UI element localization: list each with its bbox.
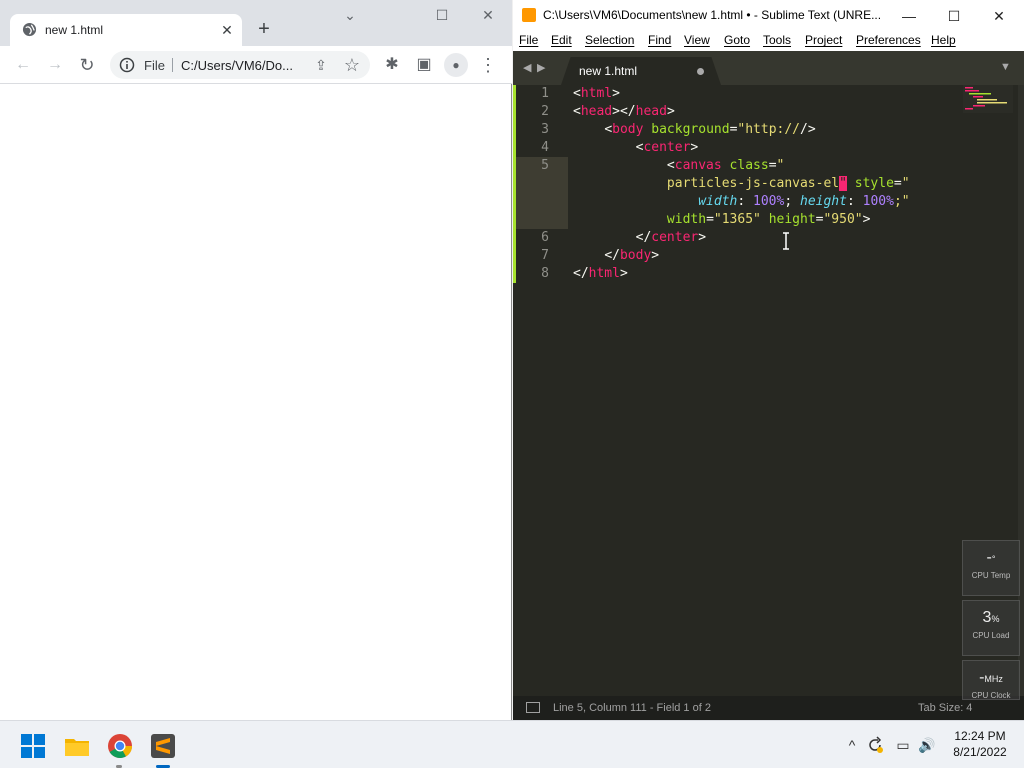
cpu-load-label: CPU Load <box>972 631 1010 640</box>
volume-icon[interactable]: 🔊 <box>918 736 936 754</box>
cpu-load-widget: 3% CPU Load <box>962 600 1020 656</box>
profile-avatar-icon[interactable]: ● <box>444 53 468 77</box>
chrome-minimize-button[interactable]: ⌄ <box>327 4 373 26</box>
sublime-close-button[interactable]: ✕ <box>979 5 1019 27</box>
tab-title: new 1.html <box>45 23 104 37</box>
chrome-maximize-button[interactable]: ☐ <box>419 4 465 26</box>
code-line[interactable]: 1 <html> <box>513 85 963 103</box>
code-line[interactable]: 7 </body> <box>513 247 963 265</box>
line-number: 3 <box>541 122 549 137</box>
menu-tools[interactable]: Tools <box>763 33 791 47</box>
chrome-menu-icon[interactable]: ⋮ <box>476 53 500 77</box>
forward-arrow-icon[interactable]: → <box>43 53 67 77</box>
sublime-titlebar: C:\Users\VM6\Documents\new 1.html • - Su… <box>513 0 1024 31</box>
code-area[interactable]: 1 <html> 2 <head></head> 3 <body backgroun… <box>513 85 963 283</box>
taskbar: ^ ▭ 🔊 12:24 PM 8/21/2022 <box>0 720 1024 768</box>
address-separator <box>172 58 173 72</box>
code-line[interactable]: width="1365" height="950"> <box>513 211 963 229</box>
menu-help[interactable]: Help <box>931 33 956 47</box>
file-explorer-icon[interactable] <box>64 733 90 759</box>
cpu-clock-widget: -MHz CPU Clock <box>962 660 1020 700</box>
code-editor[interactable]: 1 <html> 2 <head></head> 3 <body backgroun… <box>513 85 1024 696</box>
new-tab-button[interactable]: + <box>252 18 276 42</box>
sublime-minimize-button[interactable]: — <box>889 5 929 27</box>
code-line[interactable]: 2 <head></head> <box>513 103 963 121</box>
update-sync-icon[interactable] <box>866 736 884 754</box>
text-cursor-icon <box>783 232 789 250</box>
side-panel-icon[interactable]: ▣ <box>412 53 436 77</box>
line-number: 5 <box>541 158 549 173</box>
page-content <box>0 84 511 720</box>
sublime-window: C:\Users\VM6\Documents\new 1.html • - Su… <box>513 0 1024 720</box>
show-hidden-icons-chevron[interactable]: ^ <box>843 736 861 754</box>
line-number: 4 <box>541 140 549 155</box>
code-line[interactable]: 8 </html> <box>513 265 963 283</box>
sublime-maximize-button[interactable]: ☐ <box>934 5 974 27</box>
back-arrow-icon[interactable]: ← <box>11 53 35 77</box>
browser-tab[interactable]: new 1.html ✕ <box>10 14 242 46</box>
menu-goto[interactable]: Goto <box>724 33 750 47</box>
system-clock[interactable]: 12:24 PM 8/21/2022 <box>950 728 1010 760</box>
clock-date: 8/21/2022 <box>953 745 1007 759</box>
code-line[interactable]: 4 <center> <box>513 139 963 157</box>
tab-size-selector[interactable]: Tab Size: 4 <box>918 702 972 714</box>
selected-field[interactable]: " <box>839 176 847 191</box>
tab-strip: new 1.html ✕ + ⌄ ☐ ✕ <box>0 0 512 46</box>
line-number: 1 <box>541 86 549 101</box>
menu-project[interactable]: Project <box>805 33 842 47</box>
tab-nav-back-icon[interactable]: ◀ <box>523 61 531 74</box>
line-number: 2 <box>541 104 549 119</box>
menu-view[interactable]: View <box>684 33 710 47</box>
info-icon[interactable] <box>119 57 135 73</box>
cpu-clock-label: CPU Clock <box>971 691 1011 700</box>
cursor-position-status: Line 5, Column 111 - Field 1 of 2 <box>553 702 711 714</box>
code-line[interactable]: width: 100%; height: 100%;" <box>513 193 963 211</box>
clock-time: 12:24 PM <box>954 729 1006 743</box>
window-title: C:\Users\VM6\Documents\new 1.html • - Su… <box>543 8 882 22</box>
tab-nav-forward-icon[interactable]: ▶ <box>537 61 545 74</box>
line-number: 7 <box>541 248 549 263</box>
url-scheme-label: File <box>144 58 165 73</box>
code-line[interactable]: 6 </center> <box>513 229 963 247</box>
menu-edit[interactable]: Edit <box>551 33 572 47</box>
minimap[interactable] <box>963 85 1013 113</box>
menu-file[interactable]: File <box>519 33 538 47</box>
menu-bar: File Edit Selection Find View Goto Tools… <box>513 31 1024 51</box>
panel-toggle-icon[interactable] <box>526 702 540 713</box>
tab-close-icon[interactable]: ✕ <box>217 20 237 40</box>
line-number: 6 <box>541 230 549 245</box>
cpu-temp-label: CPU Temp <box>971 571 1011 580</box>
extensions-puzzle-icon[interactable]: ✱ <box>380 53 404 77</box>
chrome-close-button[interactable]: ✕ <box>465 4 511 26</box>
globe-icon <box>22 22 37 37</box>
chrome-app-icon[interactable] <box>107 733 133 759</box>
code-line[interactable]: particles-js-canvas-el" style=" <box>513 175 963 193</box>
network-icon[interactable]: ▭ <box>894 736 912 754</box>
line-number: 8 <box>541 266 549 281</box>
sublime-app-icon[interactable] <box>150 733 176 759</box>
url-text[interactable]: C:/Users/VM6/Do... <box>181 58 293 73</box>
menu-preferences[interactable]: Preferences <box>856 33 921 47</box>
browser-toolbar: ← → ↻ File C:/Users/VM6/Do... ⇪ ☆ ✱ ▣ ● … <box>0 46 512 84</box>
browser-window: new 1.html ✕ + ⌄ ☐ ✕ ← → ↻ File C:/Users… <box>0 0 512 720</box>
editor-tab-label: new 1.html <box>579 64 638 78</box>
code-line[interactable]: 5 <canvas class=" <box>513 157 963 175</box>
windows-start-icon[interactable] <box>20 733 46 759</box>
status-bar: Line 5, Column 111 - Field 1 of 2 Tab Si… <box>513 696 1024 720</box>
bookmark-star-icon[interactable]: ☆ <box>340 53 364 77</box>
reload-icon[interactable]: ↻ <box>75 53 99 77</box>
tab-overflow-icon[interactable]: ▼ <box>1000 61 1011 73</box>
share-icon[interactable]: ⇪ <box>309 53 333 77</box>
menu-find[interactable]: Find <box>648 33 671 47</box>
editor-tab-bar: ◀ ▶ new 1.html ▼ <box>513 51 1024 85</box>
code-line[interactable]: 3 <body background="http:///> <box>513 121 963 139</box>
menu-selection[interactable]: Selection <box>585 33 634 47</box>
unsaved-dot-icon[interactable] <box>697 68 704 75</box>
cpu-meter-gadget: -° CPU Temp 3% CPU Load -MHz CPU Clock <box>962 540 1020 700</box>
editor-tab[interactable]: new 1.html <box>561 57 721 85</box>
cpu-temp-widget: -° CPU Temp <box>962 540 1020 596</box>
sublime-logo-icon <box>522 8 536 22</box>
